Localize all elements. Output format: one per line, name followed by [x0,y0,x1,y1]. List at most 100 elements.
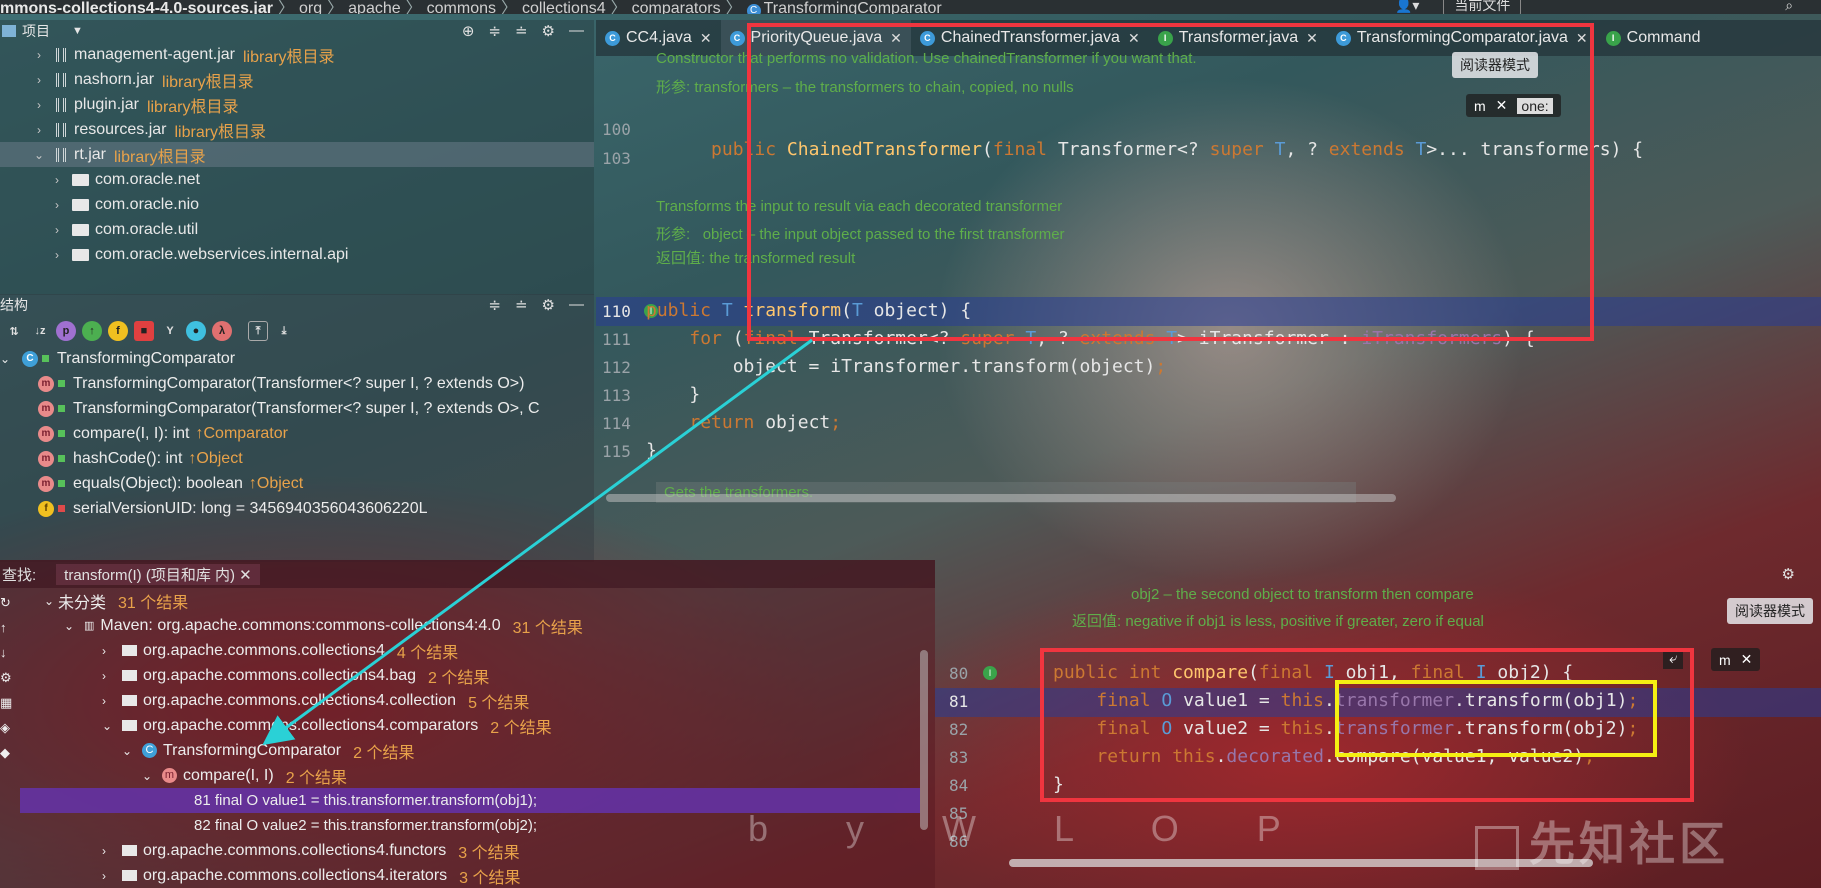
chevron-down-icon[interactable]: ▼ [72,25,83,37]
chevron-right-icon[interactable]: › [102,694,116,708]
method-icon: m [38,475,54,492]
autoscroll-from-source-icon[interactable]: ⤓ [274,321,294,341]
show-inherited-icon[interactable]: ↑ [82,321,102,341]
sort-visibility-icon[interactable]: ⇅ [4,321,24,341]
breadcrumb-item[interactable]: apache [348,0,401,14]
expand-all-icon[interactable]: ≑ [488,296,501,314]
chevron-right-icon[interactable]: › [32,98,46,112]
show-non-public-icon[interactable]: ■ [134,321,154,341]
find-result-row[interactable]: ⌄ C TransformingComparator 2 个结果 [20,738,920,763]
chevron-right-icon[interactable]: › [50,248,64,262]
chevron-down-icon[interactable]: ⌄ [102,719,116,733]
project-tree-item[interactable]: › com.oracle.nio [0,192,594,217]
search-icon[interactable]: ⌕ [1785,0,1793,13]
structure-member[interactable]: m TransformingComparator(Transformer<? su… [0,371,594,396]
chevron-right-icon[interactable]: › [32,123,46,137]
find-result-row[interactable]: › org.apache.commons.collections4.collect… [20,688,920,713]
chevron-right-icon[interactable]: › [50,223,64,237]
find-result-row[interactable]: › org.apache.commons.collections4.iterato… [20,863,920,888]
structure-member[interactable]: f serialVersionUID: long = 34569403560436… [0,496,594,521]
show-anonymous-icon[interactable]: Y [160,321,180,341]
gear-icon[interactable]: ⚙ [542,296,555,314]
find-result-row[interactable]: › org.apache.commons.collections4 4 个结果 [20,638,920,663]
find-result-row[interactable]: ⌄ org.apache.commons.collections4.compara… [20,713,920,738]
filter-icon[interactable]: ◆ [0,740,14,765]
find-result-row[interactable]: › org.apache.commons.collections4.bag 2 个结… [20,663,920,688]
find-result-row[interactable]: ⌄ 未分类 31 个结果 [20,588,920,613]
structure-root[interactable]: ⌄ C TransformingComparator [0,346,594,371]
structure-member-label: TransformingComparator(Transformer<? sup… [73,374,525,392]
scope-select[interactable]: 当前文件 [1443,0,1522,14]
user-icon[interactable]: 👤▾ [1395,0,1419,13]
chevron-down-icon[interactable]: ⌄ [122,744,136,758]
project-tree-item[interactable]: › com.oracle.webservices.internal.api [0,242,594,267]
show-lambdas-icon[interactable]: ● [186,321,206,341]
up-icon[interactable]: ↑ [0,615,14,640]
collapse-all-icon[interactable]: ≐ [515,296,528,314]
structure-member[interactable]: m equals(Object): boolean ↑Object [0,471,594,496]
breadcrumb-item[interactable]: commons [427,0,496,14]
settings-icon[interactable]: ⚙ [0,665,14,690]
structure-member[interactable]: m hashCode(): int ↑Object [0,446,594,471]
close-icon[interactable]: ✕ [700,30,712,47]
project-tree-item[interactable]: › com.oracle.util [0,217,594,242]
rerun-icon[interactable]: ↻ [0,590,14,615]
implements-gutter-icon[interactable]: I [983,666,997,680]
minimize-icon[interactable]: — [569,22,584,40]
breadcrumb-item[interactable]: comparators [632,0,721,14]
chevron-right-icon[interactable]: › [32,73,46,87]
find-result-row[interactable]: ⌄ m compare(I, I) 2 个结果 [20,763,920,788]
project-tree-item[interactable]: › com.oracle.net [0,167,594,192]
structure-member-label: TransformingComparator(Transformer<? sup… [73,399,540,417]
project-tree-item[interactable]: › resources.jar library根目录 [0,117,594,142]
autoscroll-to-source-icon[interactable]: ⤒ [248,321,268,341]
breadcrumb-item[interactable]: TransformingComparator [764,0,942,14]
structure-member[interactable]: m compare(I, I): int ↑Comparator [0,421,594,446]
editor-tab[interactable]: I Command [1597,20,1710,56]
minimize-icon[interactable]: — [569,296,584,314]
gear-icon[interactable]: ⚙ [542,22,555,40]
project-tree-item[interactable]: ⌄ rt.jar library根目录 [0,142,594,167]
show-lambda-icon[interactable]: λ [212,321,232,341]
horizontal-scrollbar[interactable] [606,494,1396,502]
sort-alpha-icon[interactable]: ↓z [30,321,50,341]
chevron-right-icon[interactable]: › [102,644,116,658]
breadcrumb-item[interactable]: org [299,0,322,14]
chevron-right-icon[interactable]: › [32,48,46,62]
vertical-scrollbar[interactable] [920,650,928,830]
chevron-down-icon[interactable]: ⌄ [44,594,58,608]
line-number: 115 [602,442,631,461]
chevron-down-icon[interactable]: ⌄ [0,352,14,366]
project-tree-item[interactable]: › management-agent.jar library根目录 [0,42,594,67]
project-tree-item[interactable]: › nashorn.jar library根目录 [0,67,594,92]
chevron-right-icon[interactable]: › [102,669,116,683]
locate-icon[interactable]: ⊕ [462,22,475,40]
expand-all-icon[interactable]: ≑ [488,22,501,40]
maven-refresh-icon[interactable]: m [1719,652,1731,668]
chevron-right-icon[interactable]: › [50,173,64,187]
gear-icon[interactable]: ⚙ [1782,565,1795,583]
method-icon: m [162,768,177,783]
show-properties-icon[interactable]: p [56,321,76,341]
chevron-right-icon[interactable]: › [102,869,116,883]
breadcrumb-item[interactable]: mmons-collections4-4.0-sources.jar [0,0,273,14]
chevron-right-icon[interactable]: › [102,844,116,858]
find-result-row[interactable]: ⌄ ▥ Maven: org.apache.commons:commons-coll… [20,613,920,638]
structure-member[interactable]: m TransformingComparator(Transformer<? su… [0,396,594,421]
breadcrumb-item[interactable]: collections4 [522,0,606,14]
show-fields-icon[interactable]: f [108,321,128,341]
chevron-down-icon[interactable]: ⌄ [32,148,46,162]
group-icon[interactable]: ▦ [0,690,14,715]
down-icon[interactable]: ↓ [0,640,14,665]
close-icon[interactable]: ✕ [1741,651,1753,668]
chevron-down-icon[interactable]: ⌄ [142,769,156,783]
project-tree-item[interactable]: › plugin.jar library根目录 [0,92,594,117]
merge-icon[interactable]: ◈ [0,715,14,740]
collapse-all-icon[interactable]: ≐ [515,22,528,40]
watermark: 先知社区 [1475,808,1729,874]
result-count: 31 个结果 [512,619,583,637]
reader-mode-button[interactable]: 阅读器模式 [1727,598,1813,624]
chevron-down-icon[interactable]: ⌄ [64,619,78,633]
chevron-right-icon[interactable]: › [50,198,64,212]
find-tab[interactable]: transform(I) (项目和库 内) ✕ [56,563,260,585]
